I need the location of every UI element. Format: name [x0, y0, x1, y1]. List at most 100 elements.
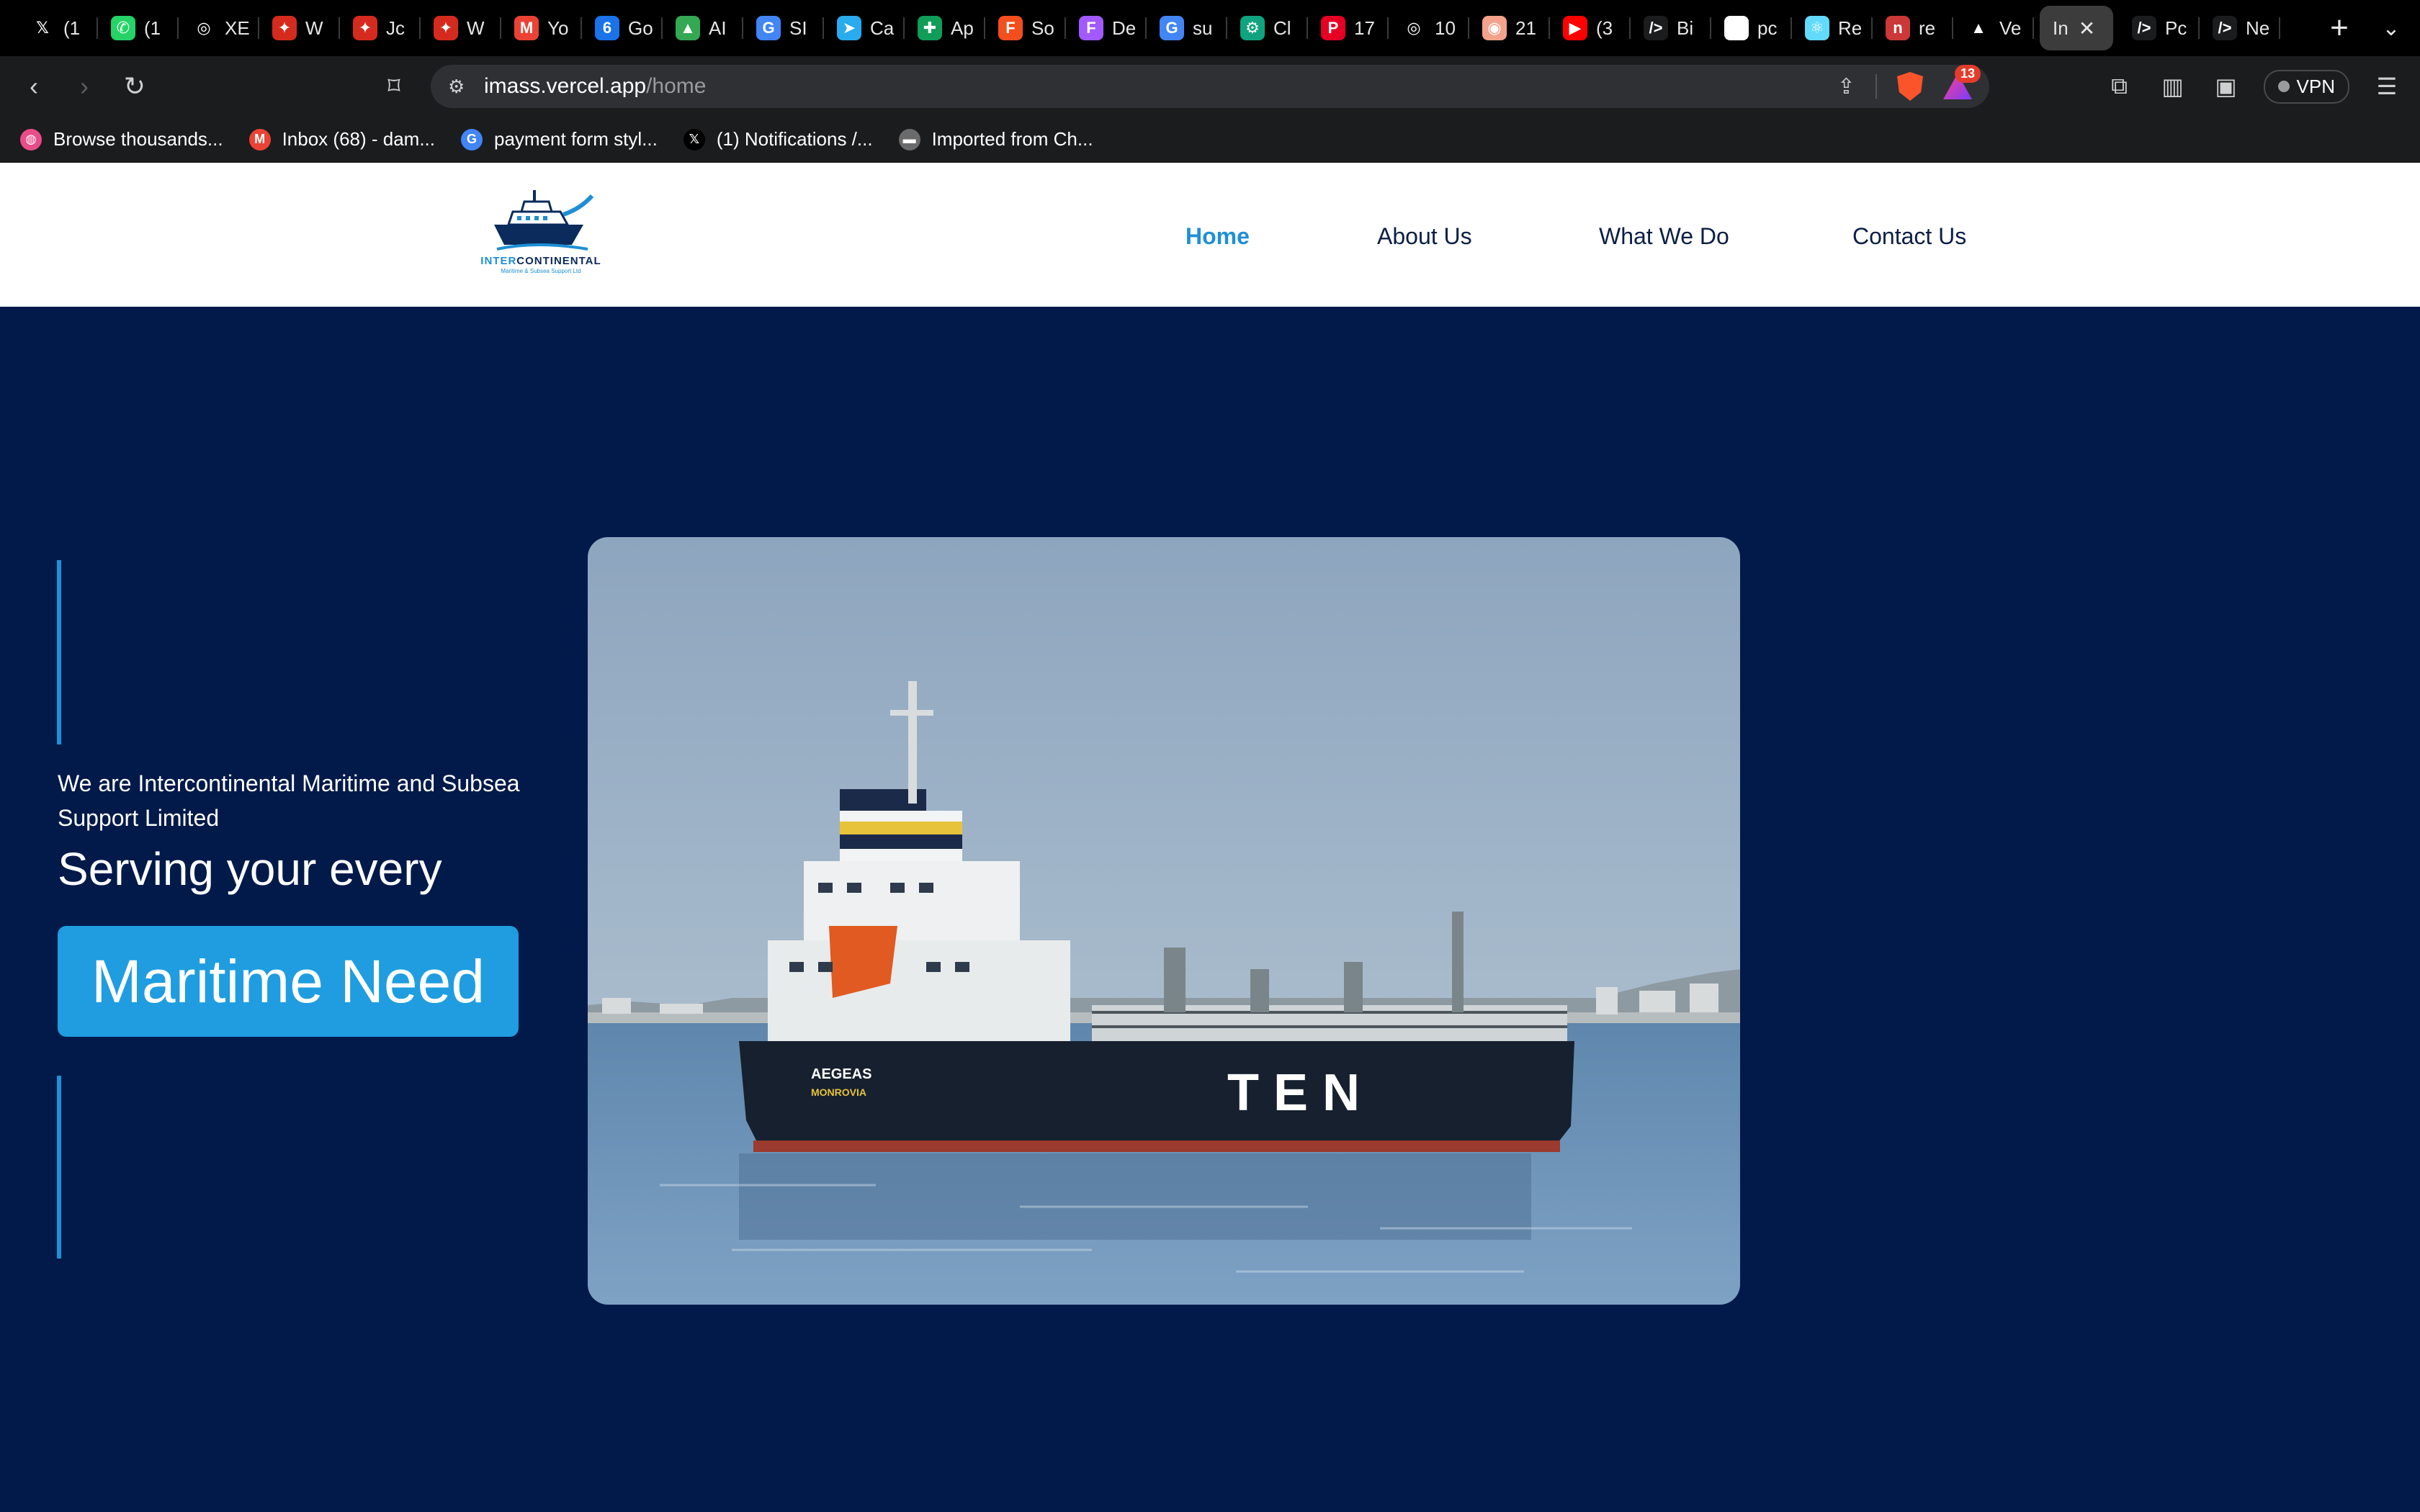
tab-title: 10 — [1435, 17, 1456, 39]
maple-leaf-icon: ✦ — [353, 16, 377, 40]
bookmark-item[interactable]: M Inbox (68) - dam... — [248, 128, 435, 150]
menu-icon[interactable]: ☰ — [2371, 73, 2403, 100]
google-drive-icon: ▲ — [676, 16, 700, 40]
maple-leaf-icon: ✦ — [434, 16, 458, 40]
tab-title: Go — [628, 17, 653, 39]
tab-title: re — [1919, 17, 1936, 39]
bookmarks-bar: ◍ Browse thousands... M Inbox (68) - dam...… — [0, 117, 2420, 163]
maple-leaf-icon: ✦ — [272, 16, 297, 40]
tab-title: Bi — [1677, 17, 1694, 39]
browser-tab[interactable]: ◐ pc — [1711, 6, 1792, 50]
browser-tab[interactable]: ⚛ Re — [1792, 6, 1873, 50]
browser-tab[interactable]: ✦ W — [259, 6, 340, 50]
bookmark-item[interactable]: 𝕏 (1) Notifications /... — [683, 128, 873, 150]
code-icon: /> — [2132, 16, 2156, 40]
tab-title: XE — [225, 17, 250, 39]
openai-icon: ◎ — [1402, 16, 1426, 40]
figma-icon: F — [1079, 16, 1103, 40]
tanker-ship-photo: T E N AEGEAS MONROVIA — [588, 537, 1740, 1305]
reload-button[interactable]: ↻ — [109, 71, 160, 102]
browser-tab[interactable]: ✦ W — [421, 6, 501, 50]
tab-search-button[interactable]: ⌄ — [2362, 16, 2420, 41]
tab-title: su — [1193, 17, 1213, 39]
browser-tab[interactable]: F De — [1066, 6, 1147, 50]
browser-tab[interactable]: /> Pc — [2119, 6, 2200, 50]
code-icon: /> — [2213, 16, 2237, 40]
browser-tab[interactable]: ◎ 10 — [1389, 6, 1469, 50]
pinterest-icon: P — [1321, 16, 1345, 40]
folder-icon: ▬ — [898, 128, 920, 150]
x-icon: 𝕏 — [30, 16, 55, 40]
wallet-icon[interactable]: ▣ — [2210, 73, 2242, 100]
browser-tab[interactable]: ◎ XE — [179, 6, 259, 50]
browser-tab[interactable]: ⚙ Cl — [1227, 6, 1308, 50]
youtube-icon: ▶ — [1563, 16, 1587, 40]
browser-tab[interactable]: n re — [1873, 6, 1953, 50]
extensions-icon[interactable]: ⧉ — [2104, 73, 2136, 100]
browser-tab[interactable]: 6 Go — [582, 6, 663, 50]
nav-about-us[interactable]: About Us — [1377, 223, 1472, 250]
bookmark-label: (1) Notifications /... — [716, 128, 873, 150]
browser-tab[interactable]: ▲ Ve — [1953, 6, 2034, 50]
forward-button[interactable]: › — [59, 71, 109, 102]
browser-tab[interactable]: /> Bi — [1631, 6, 1711, 50]
openai-icon: ◎ — [192, 16, 216, 40]
browser-tab[interactable]: /> Ne — [2200, 6, 2280, 50]
bookmark-item[interactable]: Gpayment form styl... — [461, 128, 658, 150]
hero-accent-bar-top — [57, 560, 61, 744]
telegram-icon: ➤ — [837, 16, 861, 40]
bookmark-item[interactable]: ▬ Imported from Ch... — [898, 128, 1093, 150]
browser-tab[interactable]: ✚ Ap — [905, 6, 985, 50]
gmail-icon: M — [514, 16, 539, 40]
brave-shields-icon[interactable] — [1897, 72, 1923, 101]
maritime-need-button[interactable]: Maritime Need — [58, 926, 519, 1037]
chatgpt-icon: ⚙ — [1240, 16, 1265, 40]
dribbble-icon: ◍ — [20, 128, 42, 150]
react-icon: ⚛ — [1805, 16, 1829, 40]
npm-icon: n — [1886, 16, 1910, 40]
x-icon: 𝕏 — [683, 128, 705, 150]
new-tab-button[interactable]: + — [2316, 10, 2362, 46]
google-icon: G — [756, 16, 781, 40]
brave-rewards-icon[interactable]: 13 — [1943, 65, 1981, 99]
url-text[interactable]: imass.vercel.app/home — [484, 74, 706, 99]
site-info-icon[interactable]: ⚙ — [448, 76, 484, 98]
browser-tab[interactable]: ▶ (3 — [1550, 6, 1631, 50]
browser-tab[interactable]: F So — [985, 6, 1066, 50]
bookmark-item[interactable]: ◍ Browse thousands... — [20, 128, 223, 150]
vpn-button[interactable]: VPN — [2263, 69, 2349, 104]
nav-contact-us[interactable]: Contact Us — [1852, 223, 1966, 250]
hero-accent-bar-bottom — [57, 1076, 61, 1259]
tab-title: Cl — [1273, 17, 1291, 39]
bookmark-page-icon[interactable]: ⌑ — [376, 72, 412, 101]
tab-active[interactable]: In ✕ — [2040, 6, 2113, 50]
nav-home[interactable]: Home — [1186, 223, 1250, 250]
browser-tab[interactable]: G SI — [743, 6, 824, 50]
vpn-label: VPN — [2296, 75, 2335, 97]
bookmark-label: payment form styl... — [494, 128, 658, 150]
tab-title: In — [2053, 17, 2069, 39]
tab-title: W — [305, 17, 323, 39]
fingerprint-icon: ◉ — [1482, 16, 1507, 40]
tab-title: SI — [789, 17, 807, 39]
sidebar-icon[interactable]: ▥ — [2157, 73, 2189, 100]
browser-tab[interactable]: ✆ (1 — [98, 6, 179, 50]
google-calendar-icon: 6 — [595, 16, 619, 40]
github-icon: ◐ — [1724, 16, 1749, 40]
browser-tab[interactable]: ▲ AI — [663, 6, 743, 50]
back-button[interactable]: ‹ — [9, 71, 59, 102]
browser-tab[interactable]: 𝕏 (1 — [17, 6, 98, 50]
tab-title: (3 — [1596, 17, 1613, 39]
browser-tab[interactable]: P 17 — [1308, 6, 1389, 50]
nav-what-we-do[interactable]: What We Do — [1599, 223, 1729, 250]
address-bar[interactable]: ⚙ imass.vercel.app/home ⇪ 13 — [431, 65, 1989, 108]
tab-title: Ap — [951, 17, 974, 39]
browser-tab[interactable]: Gsu — [1147, 6, 1227, 50]
share-icon[interactable]: ⇪ — [1837, 74, 1855, 99]
browser-tab[interactable]: ◉ 21 — [1469, 6, 1550, 50]
browser-tab[interactable]: ✦ Jc — [340, 6, 421, 50]
tab-title: (1 — [63, 17, 81, 39]
browser-tab[interactable]: M Yo — [501, 6, 582, 50]
browser-tab[interactable]: ➤ Ca — [824, 6, 905, 50]
close-tab-icon[interactable]: ✕ — [2079, 17, 2095, 40]
